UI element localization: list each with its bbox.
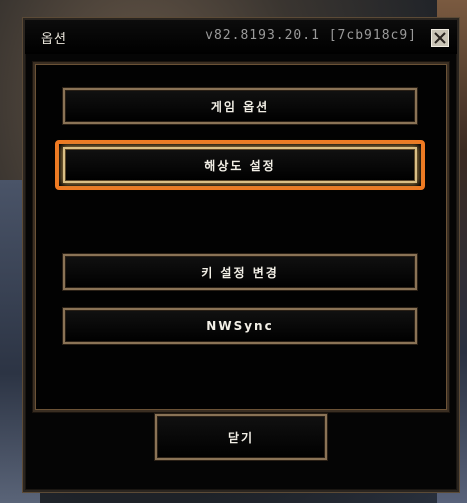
resolution-settings-button[interactable]: 해상도 설정 — [63, 147, 417, 183]
version-label: v82.8193.20.1 [7cb918c9] — [205, 28, 417, 43]
title-bar: 옵션 v82.8193.20.1 [7cb918c9] — [25, 20, 457, 54]
options-dialog: 옵션 v82.8193.20.1 [7cb918c9] 게임 옵션 해상도 설정… — [23, 18, 459, 492]
key-settings-button[interactable]: 키 설정 변경 — [63, 254, 417, 290]
close-button[interactable]: 닫기 — [155, 414, 327, 460]
options-panel: 게임 옵션 해상도 설정 키 설정 변경 NWSync — [33, 62, 449, 412]
dialog-title: 옵션 — [41, 32, 67, 47]
nwsync-button[interactable]: NWSync — [63, 308, 417, 344]
game-options-button[interactable]: 게임 옵션 — [63, 88, 417, 124]
x-icon — [434, 32, 446, 44]
close-icon[interactable] — [431, 29, 449, 47]
